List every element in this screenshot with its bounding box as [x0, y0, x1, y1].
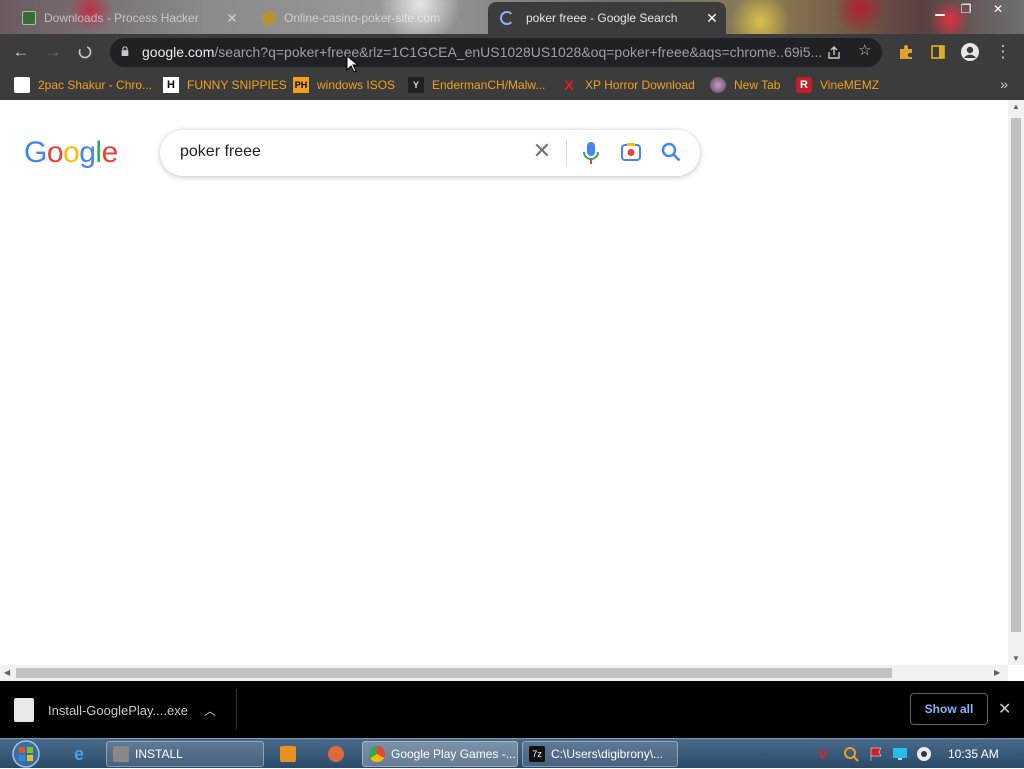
- r-logo-icon: R: [796, 77, 812, 93]
- profile-avatar-icon[interactable]: [957, 40, 983, 64]
- tray-magnifier-icon[interactable]: [843, 746, 859, 762]
- minimize-icon[interactable]: ▁: [926, 0, 954, 18]
- browser-toolbar: ← → google.com/search?q=poker+freee&rlz=…: [0, 34, 1024, 70]
- media-player-icon[interactable]: [274, 741, 304, 767]
- x-logo-icon: X: [564, 77, 574, 93]
- tab-favicon-icon: [262, 11, 276, 25]
- bookmarks-bar: 2pac Shakur - Chro... H FUNNY SNIPPIES P…: [0, 70, 1024, 100]
- divider: [236, 689, 237, 729]
- tray-v-icon[interactable]: V: [818, 746, 834, 762]
- loading-spinner-icon: [500, 11, 514, 25]
- download-filename: Install-GooglePlay....exe: [48, 702, 188, 718]
- bookmark-label: FUNNY SNIPPIES: [187, 78, 287, 92]
- taskbar-item-install[interactable]: INSTALL: [106, 741, 264, 767]
- tab-title: Downloads - Process Hacker: [44, 11, 199, 25]
- tray-monitor-icon[interactable]: [892, 746, 908, 762]
- bookmark-favicon-icon: [14, 77, 30, 93]
- globe-icon: [710, 77, 726, 93]
- tab-title: poker freee - Google Search: [526, 11, 678, 25]
- bookmark-vinememz[interactable]: R VineMEMZ: [796, 76, 879, 94]
- camera-lens-icon[interactable]: [620, 141, 642, 163]
- search-magnifier-icon[interactable]: [660, 140, 682, 164]
- system-clock[interactable]: 10:35 AM: [948, 747, 999, 761]
- microphone-icon[interactable]: [580, 140, 602, 166]
- share-icon[interactable]: [826, 41, 842, 65]
- seven-zip-icon: 7z: [529, 746, 545, 762]
- scroll-down-icon[interactable]: ▼: [1012, 654, 1020, 663]
- y-logo-icon: Y: [408, 77, 424, 93]
- bookmarks-overflow-icon[interactable]: »: [1000, 76, 1008, 92]
- scroll-left-icon[interactable]: ◀: [4, 668, 10, 677]
- window-close-icon[interactable]: ✕: [984, 0, 1012, 18]
- windows-start-icon[interactable]: [8, 739, 44, 769]
- search-box[interactable]: poker freee ✕: [160, 130, 700, 176]
- taskbar-item-chrome[interactable]: Google Play Games -...: [362, 741, 518, 767]
- bookmark-xp-horror[interactable]: X XP Horror Download: [561, 76, 695, 94]
- google-logo[interactable]: Google: [24, 136, 118, 170]
- ph-logo-icon: PH: [293, 77, 309, 93]
- taskbar-label: C:\Users\digibrony\...: [551, 747, 664, 761]
- internet-explorer-icon[interactable]: e: [68, 741, 98, 767]
- bookmark-label: 2pac Shakur - Chro...: [38, 78, 153, 92]
- tab-casino-site[interactable]: Online-casino-poker-site.com: [248, 4, 486, 32]
- bookmark-label: XP Horror Download: [585, 78, 695, 92]
- bookmark-label: VineMEMZ: [820, 78, 880, 92]
- tab-title: Online-casino-poker-site.com: [284, 11, 441, 25]
- menu-kebab-icon[interactable]: ⋮: [990, 40, 1016, 64]
- windows-taskbar: e INSTALL Google Play Games -... 7z C:\U…: [0, 738, 1024, 768]
- back-arrow-icon[interactable]: ←: [8, 40, 34, 64]
- taskbar-label: Google Play Games -...: [391, 747, 516, 761]
- url-path: /search?q=poker+freee&rlz=1C1GCEA_enUS10…: [214, 44, 822, 60]
- search-results-page: Google poker freee ✕: [0, 100, 1008, 665]
- extensions-puzzle-icon[interactable]: [893, 40, 919, 64]
- bookmark-funny-snippies[interactable]: H FUNNY SNIPPIES: [163, 76, 287, 94]
- url-text: google.com/search?q=poker+freee&rlz=1C1G…: [142, 44, 822, 60]
- tab-close-icon[interactable]: ✕: [224, 10, 240, 27]
- h-logo-icon: H: [163, 77, 179, 93]
- scrollbar-thumb[interactable]: [1011, 118, 1021, 632]
- chevron-up-icon[interactable]: ︿: [204, 702, 216, 719]
- bookmark-label: EndermanCH/Malw...: [432, 78, 546, 92]
- bookmark-2pac-shakur[interactable]: 2pac Shakur - Chro...: [14, 76, 152, 94]
- app-shortcut-icon[interactable]: [322, 741, 352, 767]
- scroll-up-icon[interactable]: ▲: [1012, 102, 1020, 111]
- horizontal-scrollbar[interactable]: ◀ ▶: [0, 665, 1008, 681]
- address-bar[interactable]: google.com/search?q=poker+freee&rlz=1C1G…: [110, 38, 882, 67]
- tab-close-icon[interactable]: ✕: [704, 10, 720, 27]
- file-icon: [14, 698, 34, 722]
- downloads-bar: Install-GooglePlay....exe ︿ Show all ✕: [0, 681, 1024, 738]
- bookmark-windows-isos[interactable]: PH windows ISOS: [293, 76, 395, 94]
- close-icon[interactable]: ✕: [998, 699, 1011, 719]
- taskbar-label: INSTALL: [135, 747, 183, 761]
- bookmark-label: windows ISOS: [317, 78, 396, 92]
- download-item[interactable]: Install-GooglePlay....exe ︿: [14, 697, 216, 723]
- restore-icon[interactable]: ❐: [952, 0, 980, 18]
- bookmark-endermanch[interactable]: Y EndermanCH/Malw...: [408, 76, 545, 94]
- tray-flag-icon[interactable]: [868, 746, 884, 762]
- tab-google-search[interactable]: poker freee - Google Search ✕: [488, 2, 726, 34]
- stop-loading-icon[interactable]: [72, 40, 98, 64]
- scroll-right-icon[interactable]: ▶: [994, 668, 1000, 677]
- search-divider: [566, 140, 567, 166]
- search-input[interactable]: poker freee: [180, 143, 261, 161]
- bookmark-label: New Tab: [734, 78, 781, 92]
- bookmark-star-icon[interactable]: ☆: [858, 41, 871, 59]
- url-host: google.com: [142, 44, 215, 60]
- side-panel-icon[interactable]: [925, 40, 951, 64]
- tray-volume-icon[interactable]: [916, 746, 932, 762]
- clear-search-icon[interactable]: ✕: [530, 139, 554, 163]
- show-all-button[interactable]: Show all: [910, 693, 988, 725]
- taskbar-item-7zip[interactable]: 7z C:\Users\digibrony\...: [522, 741, 678, 767]
- vertical-scrollbar[interactable]: ▲ ▼: [1008, 100, 1024, 665]
- bookmark-new-tab[interactable]: New Tab: [710, 76, 780, 94]
- scrollbar-thumb[interactable]: [16, 668, 892, 678]
- mouse-cursor-icon: [346, 55, 358, 73]
- lock-icon: [121, 46, 129, 56]
- browser-title-bar: Downloads - Process Hacker ✕ Online-casi…: [0, 0, 1024, 34]
- tab-favicon-icon: [22, 11, 36, 25]
- chrome-icon: [369, 746, 385, 762]
- tab-process-hacker[interactable]: Downloads - Process Hacker ✕: [8, 4, 246, 32]
- forward-arrow-icon[interactable]: →: [40, 40, 66, 64]
- app-icon: [113, 746, 129, 762]
